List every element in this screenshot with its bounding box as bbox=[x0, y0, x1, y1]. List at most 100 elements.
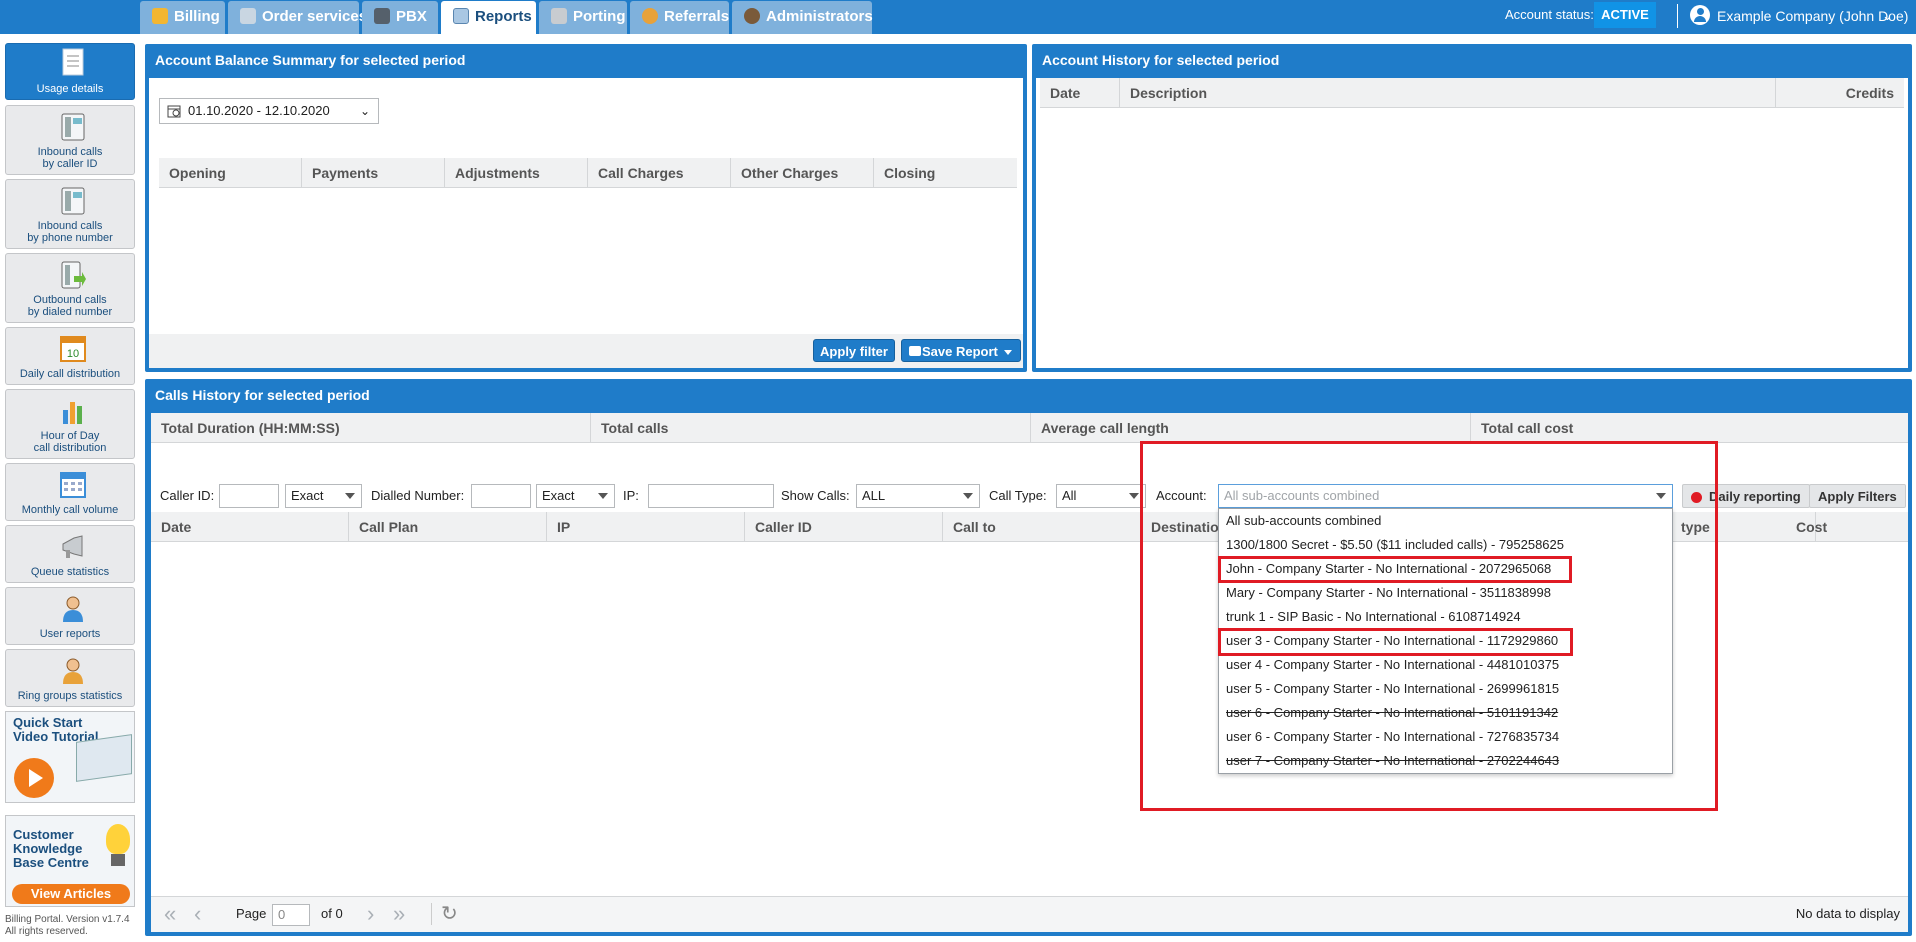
date-range-value: 01.10.2020 - 12.10.2020 bbox=[188, 103, 330, 118]
apply-filters-button[interactable]: Apply Filters bbox=[1809, 484, 1906, 508]
lightbulb-base bbox=[111, 854, 125, 866]
column-header[interactable]: Adjustments bbox=[445, 158, 588, 188]
bar-chart-icon bbox=[63, 402, 82, 424]
caret-down-icon bbox=[345, 493, 355, 499]
sidebar-item-label: Outbound calls by dialed number bbox=[27, 294, 113, 318]
sidebar-item-ring-groups[interactable]: Ring groups statistics bbox=[5, 649, 135, 707]
date-range-picker[interactable]: 01.10.2020 - 12.10.2020 ⌄ bbox=[159, 98, 379, 124]
sidebar-item-inbound-caller-id[interactable]: Inbound calls by caller ID bbox=[5, 105, 135, 175]
column-header[interactable]: Call Charges bbox=[588, 158, 731, 188]
account-history-panel: Account History for selected period Date… bbox=[1032, 44, 1912, 372]
calendar-grid-icon bbox=[60, 472, 86, 498]
column-header[interactable]: Caller ID bbox=[745, 512, 943, 542]
ip-input[interactable] bbox=[648, 484, 774, 508]
first-page-icon[interactable]: « bbox=[164, 901, 176, 927]
caret-down-icon bbox=[963, 493, 973, 499]
column-header[interactable]: IP bbox=[547, 512, 745, 542]
next-page-icon[interactable]: › bbox=[367, 901, 374, 927]
dialled-number-input[interactable] bbox=[471, 484, 531, 508]
tab-referrals[interactable]: Referrals bbox=[630, 1, 729, 34]
user-icon bbox=[63, 596, 83, 622]
column-header[interactable]: Cost bbox=[1786, 512, 1908, 542]
save-report-label: Save Report bbox=[922, 344, 998, 359]
refresh-icon[interactable]: ↻ bbox=[441, 901, 458, 926]
column-header[interactable]: Payments bbox=[302, 158, 445, 188]
sidebar-item-usage-details[interactable]: Usage details bbox=[5, 43, 135, 100]
tab-billing[interactable]: Billing bbox=[140, 1, 225, 34]
sidebar-item-user-reports[interactable]: User reports bbox=[5, 587, 135, 645]
show-calls-select[interactable]: ALL bbox=[856, 484, 980, 508]
panel-title: Account Balance Summary for selected per… bbox=[155, 52, 466, 68]
chevron-down-icon[interactable]: ⌄ bbox=[1882, 0, 1893, 32]
panel-title: Calls History for selected period bbox=[155, 387, 370, 403]
column-header[interactable]: Other Charges bbox=[731, 158, 874, 188]
column-header[interactable]: Date bbox=[151, 512, 349, 542]
show-calls-label: Show Calls: bbox=[781, 488, 850, 503]
page-number-input[interactable]: 0 bbox=[272, 904, 310, 926]
annotation-highlight-option bbox=[1218, 628, 1573, 656]
column-header[interactable]: Date bbox=[1040, 78, 1120, 108]
apply-filter-button[interactable]: Apply filter bbox=[813, 339, 895, 362]
tab-label: Reports bbox=[475, 8, 532, 25]
tab-reports[interactable]: Reports bbox=[441, 1, 536, 34]
cart-icon bbox=[240, 8, 256, 24]
play-icon[interactable] bbox=[14, 758, 54, 798]
sidebar-item-label: Ring groups statistics bbox=[17, 690, 123, 702]
caller-id-input[interactable] bbox=[219, 484, 279, 508]
sidebar-item-inbound-phone-number[interactable]: Inbound calls by phone number bbox=[5, 179, 135, 249]
account-status-label: Account status: bbox=[1505, 7, 1594, 22]
knowledge-base-promo[interactable]: Customer Knowledge Base Centre View Articl… bbox=[5, 815, 135, 907]
tab-pbx[interactable]: PBX bbox=[362, 1, 438, 34]
caller-id-label: Caller ID: bbox=[160, 488, 215, 503]
caret-down-icon bbox=[1129, 493, 1139, 499]
sidebar-item-monthly-volume[interactable]: Monthly call volume bbox=[5, 463, 135, 521]
divider bbox=[431, 903, 432, 925]
user-menu[interactable]: Example Company (John Doe) bbox=[1717, 0, 1908, 32]
caller-id-match-select[interactable]: Exact bbox=[285, 484, 362, 508]
tab-administrators[interactable]: Administrators bbox=[732, 1, 873, 34]
laptop-illustration bbox=[76, 734, 132, 782]
call-type-select[interactable]: All bbox=[1056, 484, 1146, 508]
sidebar-item-daily-distribution[interactable]: 10 Daily call distribution bbox=[5, 327, 135, 385]
version-footer: Billing Portal. Version v1.7.4 All rights… bbox=[5, 914, 130, 937]
tab-order-services[interactable]: Order services bbox=[228, 1, 367, 34]
column-header[interactable]: Closing bbox=[874, 158, 1017, 188]
tab-label: Order services bbox=[262, 8, 368, 25]
user-avatar-icon[interactable] bbox=[1690, 5, 1710, 25]
column-header[interactable]: Credits bbox=[1776, 78, 1904, 108]
outbound-phone-icon bbox=[61, 261, 86, 289]
sidebar-item-queue-statistics[interactable]: Queue statistics bbox=[5, 525, 135, 583]
tab-label: Billing bbox=[174, 8, 220, 25]
page-label: Page bbox=[236, 906, 267, 921]
printer-icon bbox=[909, 346, 921, 356]
svg-text:10: 10 bbox=[67, 348, 79, 360]
balance-summary-panel: Account Balance Summary for selected per… bbox=[145, 44, 1027, 372]
sidebar-item-label: Usage details bbox=[36, 83, 104, 95]
document-icon bbox=[62, 48, 84, 76]
quick-start-video-promo[interactable]: Quick Start Video Tutorial bbox=[5, 711, 135, 803]
column-header[interactable]: Opening bbox=[159, 158, 302, 188]
column-header[interactable]: Call to bbox=[943, 512, 1141, 542]
sidebar-item-outbound-dialed-number[interactable]: Outbound calls by dialed number bbox=[5, 253, 135, 323]
sidebar-item-label: Inbound calls by phone number bbox=[27, 220, 113, 244]
view-articles-button[interactable]: View Articles bbox=[12, 884, 130, 904]
dialled-number-label: Dialled Number: bbox=[371, 488, 465, 503]
column-header: Total Duration (HH:MM:SS) bbox=[151, 413, 591, 443]
dialled-number-match-select[interactable]: Exact bbox=[536, 484, 615, 508]
caret-down-icon bbox=[1004, 350, 1012, 355]
calendar-icon: 10 bbox=[60, 336, 86, 362]
column-header[interactable]: Call Plan bbox=[349, 512, 547, 542]
column-header[interactable]: Description bbox=[1120, 78, 1776, 108]
last-page-icon[interactable]: » bbox=[393, 901, 405, 927]
annotation-highlight-option bbox=[1218, 556, 1572, 583]
phone-icon bbox=[551, 8, 567, 24]
user-group-icon bbox=[63, 658, 83, 684]
prev-page-icon[interactable]: ‹ bbox=[194, 901, 201, 927]
ip-label: IP: bbox=[623, 488, 639, 503]
sidebar-item-label: Daily call distribution bbox=[19, 368, 121, 380]
save-report-button[interactable]: Save Report bbox=[901, 339, 1021, 362]
sidebar-item-hour-of-day[interactable]: Hour of Day call distribution bbox=[5, 389, 135, 459]
column-header: Total call cost bbox=[1481, 420, 1574, 436]
account-status-badge: ACTIVE bbox=[1594, 2, 1656, 28]
tab-porting[interactable]: Porting bbox=[539, 1, 627, 34]
